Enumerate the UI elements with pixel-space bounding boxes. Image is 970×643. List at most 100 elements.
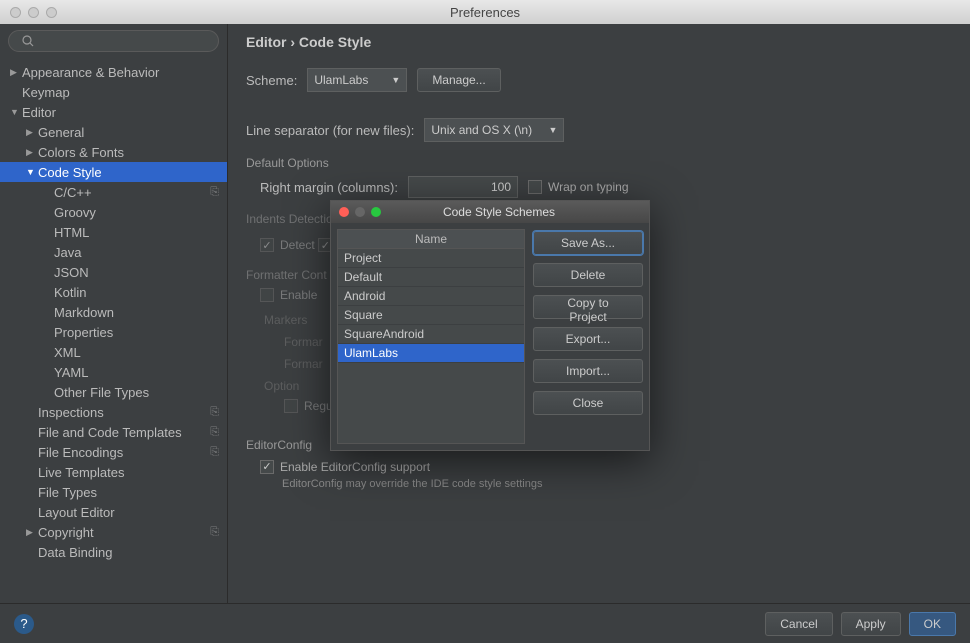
dialog-footer: ? Cancel Apply OK [0,603,970,643]
sidebar-item-data-binding[interactable]: Data Binding [0,542,227,562]
sidebar-item-label: Inspections [38,405,104,420]
line-separator-value: Unix and OS X (\n) [431,123,532,137]
sidebar-item-colors-fonts[interactable]: ▶Colors & Fonts [0,142,227,162]
project-scope-icon: ⎘ [210,426,219,439]
scheme-label: Scheme: [246,73,297,88]
sidebar-item-general[interactable]: ▶General [0,122,227,142]
chevron-down-icon: ▼ [548,125,557,135]
sidebar-item-file-and-code-templates[interactable]: File and Code Templates ⎘ [0,422,227,442]
sidebar-item-label: Properties [54,325,113,340]
cancel-button[interactable]: Cancel [765,612,832,636]
sidebar-item-label: YAML [54,365,88,380]
sidebar-item-label: File Encodings [38,445,123,460]
ok-button[interactable]: OK [909,612,956,636]
sidebar-item-label: Appearance & Behavior [22,65,159,80]
tree-arrow-icon: ▼ [26,167,36,177]
breadcrumb: Editor › Code Style [246,34,952,50]
search-input[interactable] [8,30,219,52]
detect-checkbox[interactable]: Detect [260,238,315,252]
apply-button[interactable]: Apply [841,612,901,636]
window-title: Preferences [450,5,520,20]
scheme-listbox[interactable]: Name ProjectDefaultAndroidSquareSquareAn… [337,229,525,444]
dialog-minimize-icon [355,207,365,217]
sidebar-item-groovy[interactable]: Groovy [0,202,227,222]
scheme-list-item[interactable]: Project [338,249,524,268]
sidebar-item-label: Layout Editor [38,505,115,520]
tree-arrow-icon: ▶ [26,127,36,138]
traffic-lights [10,7,57,18]
sidebar-item-label: Java [54,245,81,260]
scheme-list-item[interactable]: Square [338,306,524,325]
sidebar-item-yaml[interactable]: YAML [0,362,227,382]
sidebar-item-label: Data Binding [38,545,112,560]
search-container [8,30,219,52]
minimize-window-icon[interactable] [28,7,39,18]
tree-arrow-icon: ▶ [10,67,20,78]
dialog-titlebar: Code Style Schemes [331,201,649,223]
sidebar-item-file-encodings[interactable]: File Encodings ⎘ [0,442,227,462]
sidebar-item-other-file-types[interactable]: Other File Types [0,382,227,402]
sidebar-item-label: Live Templates [38,465,124,480]
chevron-down-icon: ▼ [391,75,400,85]
save-as-button[interactable]: Save As... [533,231,643,255]
sidebar-item-code-style[interactable]: ▼Code Style [0,162,227,182]
scheme-list-header: Name [338,230,524,249]
sidebar-item-java[interactable]: Java [0,242,227,262]
scheme-list-item[interactable]: SquareAndroid [338,325,524,344]
sidebar-item-live-templates[interactable]: Live Templates [0,462,227,482]
sidebar-item-label: File and Code Templates [38,425,182,440]
sidebar-item-label: JSON [54,265,89,280]
dialog-zoom-icon[interactable] [371,207,381,217]
window-titlebar: Preferences [0,0,970,24]
project-scope-icon: ⎘ [210,446,219,459]
preferences-sidebar: ▶Appearance & BehaviorKeymap▼Editor▶Gene… [0,24,228,603]
sidebar-item-keymap[interactable]: Keymap [0,82,227,102]
delete-button[interactable]: Delete [533,263,643,287]
close-window-icon[interactable] [10,7,21,18]
manage-button[interactable]: Manage... [417,68,500,92]
default-options-title: Default Options [246,156,952,170]
sidebar-item-markdown[interactable]: Markdown [0,302,227,322]
sidebar-item-label: C/C++ [54,185,92,200]
sidebar-item-json[interactable]: JSON [0,262,227,282]
zoom-window-icon[interactable] [46,7,57,18]
sidebar-item-label: Editor [22,105,56,120]
scheme-list-item[interactable]: Default [338,268,524,287]
scheme-combo[interactable]: UlamLabs ▼ [307,68,407,92]
import-button[interactable]: Import... [533,359,643,383]
sidebar-item-label: File Types [38,485,97,500]
sidebar-item-appearance-behavior[interactable]: ▶Appearance & Behavior [0,62,227,82]
sidebar-item-file-types[interactable]: File Types [0,482,227,502]
sidebar-item-properties[interactable]: Properties [0,322,227,342]
enable-formatter-checkbox[interactable]: Enable [260,288,317,302]
project-scope-icon: ⎘ [210,186,219,199]
dialog-title: Code Style Schemes [387,205,611,219]
export-button[interactable]: Export... [533,327,643,351]
project-scope-icon: ⎘ [210,406,219,419]
editorconfig-checkbox[interactable]: Enable EditorConfig support [260,460,430,474]
sidebar-item-layout-editor[interactable]: Layout Editor [0,502,227,522]
sidebar-item-label: Markdown [54,305,114,320]
sidebar-item-html[interactable]: HTML [0,222,227,242]
scheme-list-item[interactable]: Android [338,287,524,306]
sidebar-item-inspections[interactable]: Inspections ⎘ [0,402,227,422]
wrap-on-typing-checkbox[interactable]: Wrap on typing [528,180,629,194]
sidebar-item-label: Groovy [54,205,96,220]
line-separator-combo[interactable]: Unix and OS X (\n) ▼ [424,118,564,142]
sidebar-item-copyright[interactable]: ▶Copyright⎘ [0,522,227,542]
sidebar-item-xml[interactable]: XML [0,342,227,362]
copy-to-project-button[interactable]: Copy to Project [533,295,643,319]
sidebar-item-editor[interactable]: ▼Editor [0,102,227,122]
scheme-list-item[interactable]: UlamLabs [338,344,524,363]
sidebar-item-label: XML [54,345,81,360]
sidebar-item-kotlin[interactable]: Kotlin [0,282,227,302]
scheme-value: UlamLabs [314,73,368,87]
tree-arrow-icon: ▶ [26,147,36,158]
sidebar-item-c-c-[interactable]: C/C++ ⎘ [0,182,227,202]
dialog-close-icon[interactable] [339,207,349,217]
search-icon [22,35,34,47]
help-button[interactable]: ? [14,614,34,634]
right-margin-input[interactable] [408,176,518,198]
close-button[interactable]: Close [533,391,643,415]
settings-tree: ▶Appearance & BehaviorKeymap▼Editor▶Gene… [0,58,227,603]
